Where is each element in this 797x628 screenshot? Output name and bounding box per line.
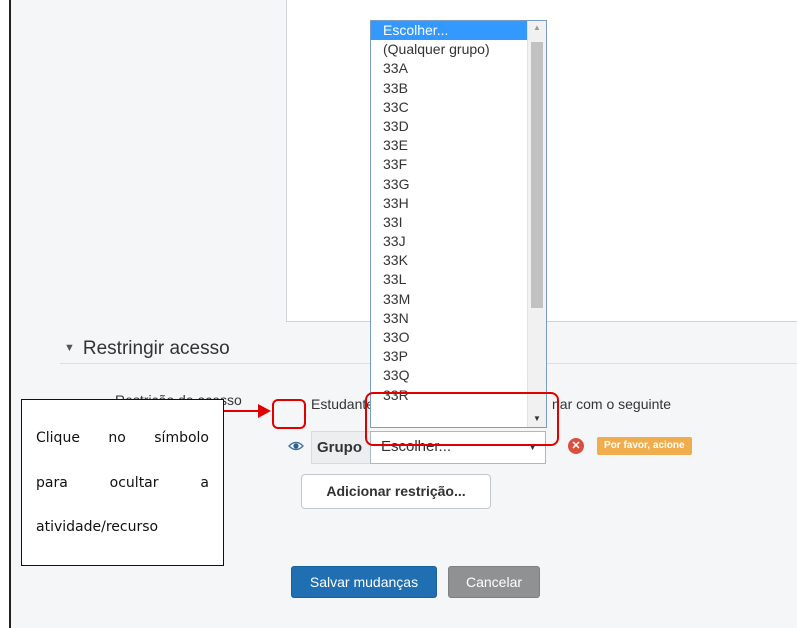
dropdown-option[interactable]: 33I <box>371 213 528 232</box>
dropdown-option[interactable]: 33J <box>371 232 528 251</box>
annotation-arrow-line <box>224 410 260 412</box>
callout-word: ocultar <box>109 475 159 491</box>
annotation-highlight-select <box>365 392 559 446</box>
callout-word: no <box>108 430 126 446</box>
restrict-access-header[interactable]: ▼ Restringir acesso <box>64 338 230 360</box>
dropdown-option[interactable]: 33D <box>371 117 528 136</box>
group-dropdown-list[interactable]: Escolher... (Qualquer grupo) 33A 33B 33C 33D 3… <box>370 20 547 428</box>
dropdown-option[interactable]: 33A <box>371 59 528 78</box>
callout-line-3: atividade/recurso <box>36 519 159 535</box>
dropdown-option[interactable]: 33C <box>371 98 528 117</box>
callout-word: Clique <box>36 430 80 446</box>
callout-line-2: para ocultar a <box>36 475 209 491</box>
access-condition-text: nar com o seguinte <box>552 396 672 412</box>
warning-badge: Por favor, acione <box>597 437 692 455</box>
dropdown-option[interactable]: 33P <box>371 347 528 366</box>
dropdown-option[interactable]: 33E <box>371 136 528 155</box>
error-icon[interactable]: ✕ <box>568 438 584 454</box>
dropdown-option[interactable]: 33O <box>371 328 528 347</box>
dropdown-option[interactable]: 33F <box>371 155 528 174</box>
dropdown-option[interactable]: (Qualquer grupo) <box>371 40 528 59</box>
callout-word: para <box>36 475 68 491</box>
annotation-highlight-eye <box>272 399 306 429</box>
dropdown-option[interactable]: 33M <box>371 290 528 309</box>
dropdown-option[interactable]: Escolher... <box>371 21 528 41</box>
eye-icon[interactable] <box>288 440 304 452</box>
callout-word: símbolo <box>154 430 209 446</box>
section-title: Restringir acesso <box>82 338 230 359</box>
left-border-line <box>9 0 11 628</box>
dropdown-option[interactable]: 33K <box>371 251 528 270</box>
callout-line-1: Clique no símbolo <box>36 430 209 446</box>
condition-type-label: Grupo <box>317 439 362 456</box>
dropdown-option[interactable]: 33G <box>371 175 528 194</box>
cancel-button[interactable]: Cancelar <box>448 566 540 598</box>
dropdown-option[interactable]: 33Q <box>371 366 528 385</box>
dropdown-option[interactable]: 33N <box>371 309 528 328</box>
caret-down-icon: ▼ <box>64 342 75 354</box>
save-changes-button[interactable]: Salvar mudanças <box>291 566 437 598</box>
dropdown-option[interactable]: 33L <box>371 270 528 289</box>
scroll-up-arrow-icon[interactable]: ▲ <box>528 23 546 32</box>
callout-word: a <box>200 475 209 491</box>
scrollbar-thumb[interactable] <box>531 42 543 308</box>
dropdown-option[interactable]: 33H <box>371 194 528 213</box>
dropdown-options: Escolher... (Qualquer grupo) 33A 33B 33C 33D 3… <box>371 21 528 405</box>
annotation-arrow-head <box>258 404 271 418</box>
dropdown-scrollbar[interactable]: ▲ ▼ <box>527 21 546 427</box>
add-restriction-button[interactable]: Adicionar restrição... <box>301 474 491 509</box>
dropdown-option[interactable]: 33B <box>371 79 528 98</box>
instruction-callout: Clique no símbolo para ocultar a ativida… <box>21 399 224 566</box>
